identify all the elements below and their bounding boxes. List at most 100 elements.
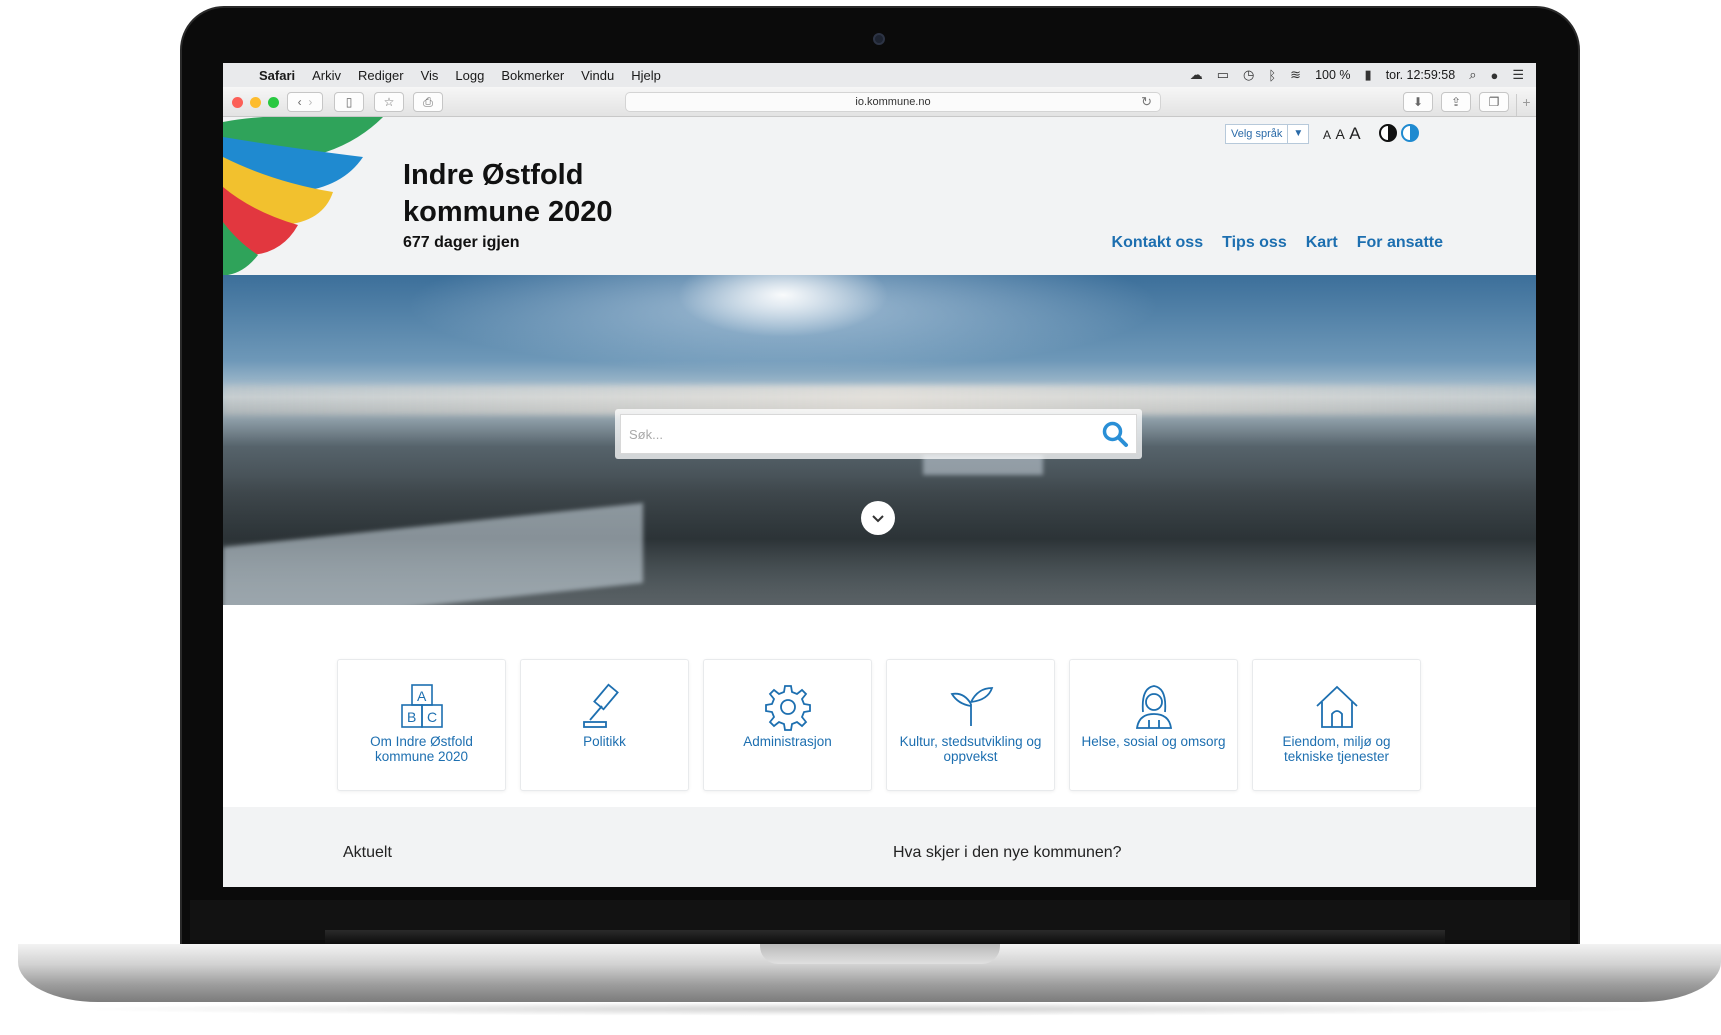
camera [873,33,885,45]
font-size-medium-button[interactable]: A [1335,126,1344,142]
color-contrast-icon[interactable] [1401,124,1419,142]
abc-blocks-icon: A B C [400,684,443,728]
svg-text:B: B [407,709,416,725]
svg-text:C: C [427,709,437,725]
news-section: Aktuelt Hva skjer i den nye kommunen? [223,807,1536,887]
tile-label: Helse, sosial og omsorg [1081,734,1226,749]
chevron-down-icon: ▼ [1293,128,1304,139]
time-machine-icon[interactable]: ◷ [1243,67,1254,83]
nav-tips-oss[interactable]: Tips oss [1222,234,1287,252]
new-tab-button[interactable]: + [1516,94,1536,116]
menu-arkiv[interactable]: Arkiv [312,68,341,83]
tile-politikk[interactable]: Politikk [520,659,689,791]
window-controls [232,97,279,108]
menubar-status: ☁ ▭ ◷ ᛒ ≋ 100 % ▮ tor. 12:59:58 ⌕ ● ☰ [1190,63,1524,87]
site-title-line1: Indre Østfold [403,159,584,191]
website: Indre Østfold kommune 2020 677 dager igj… [223,117,1536,887]
tile-kultur[interactable]: Kultur, stedsutvikling og oppvekst [886,659,1055,791]
laptop-hinge [325,930,1445,944]
reader-button[interactable]: ☆ [374,92,404,112]
hero-image [223,275,1536,605]
forward-icon[interactable]: › [308,95,312,109]
search-icon[interactable] [1100,419,1130,449]
siri-icon[interactable]: ● [1490,68,1498,83]
service-tiles: A B C Om Indre Østfold kommune 2020 Poli… [337,659,1421,791]
print-icon: ⎙ [423,94,433,109]
back-forward-buttons[interactable]: ‹ › [287,92,323,112]
tile-helse[interactable]: Helse, sosial og omsorg [1069,659,1238,791]
font-size-controls: A A A [1323,124,1361,144]
menu-vis[interactable]: Vis [421,68,439,83]
site-title-line2: kommune 2020 [403,196,613,228]
mac-menubar: Safari Arkiv Rediger Vis Logg Bokmerker … [223,63,1536,87]
safari-toolbar: ‹ › ▯ ☆ ⎙ io.kommune.no ↻ ⬇ ⇪ ❐ + [223,87,1536,117]
tile-label: Om Indre Østfold kommune 2020 [370,734,473,764]
section-heading-aktuelt: Aktuelt [343,844,392,861]
share-icon: ⇪ [1450,95,1462,109]
tabs-button[interactable]: ❐ [1479,92,1509,112]
tile-eiendom[interactable]: Eiendom, miljø og tekniske tjenester [1252,659,1421,791]
laptop-shadow [60,1002,1680,1016]
contrast-icon[interactable] [1379,124,1397,142]
tile-administrasjon[interactable]: Administrasjon [703,659,872,791]
battery-icon[interactable]: ▮ [1365,67,1372,83]
top-nav: Kontakt oss Tips oss Kart For ansatte [1112,234,1443,252]
nurse-icon [1135,685,1172,729]
kommune-logo[interactable] [223,117,383,277]
download-icon: ⬇ [1412,95,1424,109]
battery-percent[interactable]: 100 % [1315,68,1350,82]
cloud-icon[interactable]: ☁ [1190,67,1203,83]
bluetooth-icon[interactable]: ᛒ [1268,68,1276,83]
screen: Safari Arkiv Rediger Vis Logg Bokmerker … [223,63,1536,887]
menu-app[interactable]: Safari [259,68,295,83]
language-select[interactable]: Velg språk ▼ [1225,124,1310,144]
nav-for-ansatte[interactable]: For ansatte [1357,234,1443,252]
clock[interactable]: tor. 12:59:58 [1386,68,1456,82]
notification-center-icon[interactable]: ☰ [1512,67,1524,83]
back-icon[interactable]: ‹ [298,95,302,109]
menu-logg[interactable]: Logg [455,68,484,83]
section-heading-hva-skjer: Hva skjer i den nye kommunen? [893,844,1122,861]
tile-om-kommunen[interactable]: A B C Om Indre Østfold kommune 2020 [337,659,506,791]
minimize-window-button[interactable] [250,97,261,108]
sidebar-icon: ▯ [345,95,353,109]
nav-kart[interactable]: Kart [1306,234,1338,252]
url-text: io.kommune.no [855,96,931,108]
address-bar[interactable]: io.kommune.no ↻ [625,92,1161,112]
site-title[interactable]: Indre Østfold kommune 2020 [403,157,613,231]
gear-icon [764,685,811,731]
sidebar-button[interactable]: ▯ [334,92,364,112]
spotlight-icon[interactable]: ⌕ [1469,67,1476,83]
tile-label: Politikk [583,734,626,749]
scroll-down-button[interactable] [861,501,895,535]
menu-hjelp[interactable]: Hjelp [631,68,661,83]
chevron-down-icon [872,515,884,523]
print-button[interactable]: ⎙ [413,92,443,112]
countdown-text: 677 dager igjen [403,234,520,251]
search-input[interactable] [621,426,1100,442]
menu-vindu[interactable]: Vindu [581,68,614,83]
laptop-notch [760,944,1000,964]
svg-text:A: A [417,688,427,704]
airplay-icon[interactable]: ▭ [1217,67,1229,83]
downloads-button[interactable]: ⬇ [1403,92,1433,112]
tile-label: Kultur, stedsutvikling og oppvekst [899,734,1042,764]
language-label: Velg språk [1226,125,1289,143]
close-window-button[interactable] [232,97,243,108]
tabs-icon: ❐ [1488,95,1500,109]
menu-rediger[interactable]: Rediger [358,68,404,83]
share-button[interactable]: ⇪ [1441,92,1471,112]
menu-bokmerker[interactable]: Bokmerker [501,68,564,83]
reload-icon[interactable]: ↻ [1141,93,1152,111]
zoom-window-button[interactable] [268,97,279,108]
sprout-icon [950,687,993,726]
font-size-large-button[interactable]: A [1349,124,1360,143]
wifi-icon[interactable]: ≋ [1290,67,1301,83]
nav-kontakt-oss[interactable]: Kontakt oss [1112,234,1204,252]
font-size-small-button[interactable]: A [1323,128,1331,142]
gavel-icon [582,683,619,728]
search-field [620,414,1137,454]
house-icon [1315,685,1358,728]
tile-label: Administrasjon [743,734,832,749]
reader-icon: ☆ [383,95,395,109]
